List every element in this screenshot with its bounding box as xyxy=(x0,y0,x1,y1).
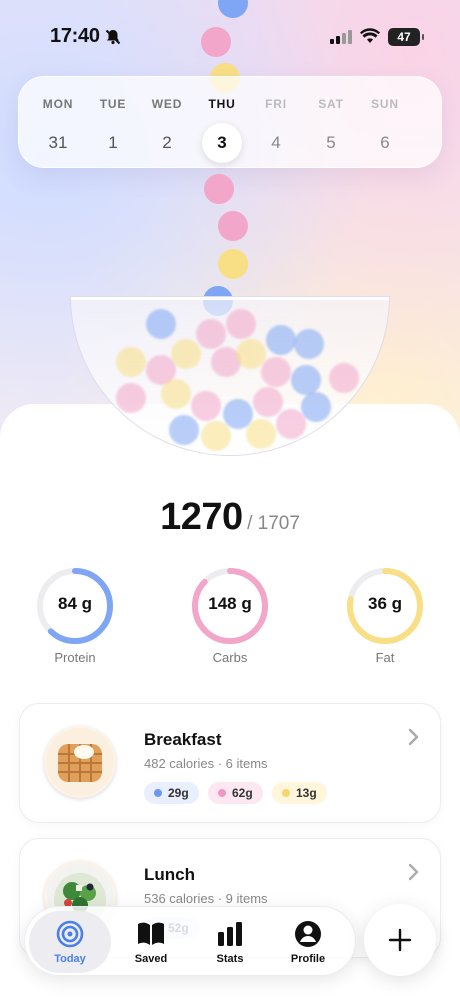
bowl-ball xyxy=(276,409,306,439)
meal-card-breakfast[interactable]: Breakfast 482 calories · 6 items 29g 62g… xyxy=(19,703,441,823)
day-tue[interactable]: TUE 1 xyxy=(86,77,140,169)
day-mon[interactable]: MON 31 xyxy=(31,77,85,169)
day-fri[interactable]: FRI 4 xyxy=(249,77,303,169)
bowl-ball xyxy=(301,392,331,422)
falling-ball xyxy=(201,27,231,57)
bowl-ball xyxy=(146,309,176,339)
tab-profile[interactable]: Profile xyxy=(267,911,349,973)
bowl-ball xyxy=(116,347,146,377)
wifi-icon xyxy=(360,28,380,49)
calories-goal: / 1707 xyxy=(247,513,300,534)
bowl-ball xyxy=(329,363,359,393)
bowl-ball xyxy=(253,387,283,417)
meal-title: Lunch xyxy=(144,865,195,884)
tab-saved[interactable]: Saved xyxy=(110,911,192,973)
book-icon xyxy=(138,922,164,945)
day-sat[interactable]: SAT 5 xyxy=(304,77,358,169)
carbs-pill: 62g xyxy=(208,782,263,804)
calories-consumed: 1270 xyxy=(160,496,243,538)
falling-ball xyxy=(218,249,248,279)
tab-stats[interactable]: Stats xyxy=(189,911,271,973)
bowl-rim xyxy=(71,297,389,300)
battery-indicator: 47 xyxy=(388,28,424,46)
bowl-ball xyxy=(201,421,231,451)
bowl-ball xyxy=(161,379,191,409)
chevron-right-icon xyxy=(408,726,420,752)
bowl-ball xyxy=(169,415,199,445)
meal-subtitle: 482 calories · 6 items xyxy=(144,756,268,771)
plus-icon xyxy=(388,928,412,952)
bowl-ball xyxy=(171,339,201,369)
protein-ring[interactable]: 84 g Protein xyxy=(35,566,115,666)
bowl-ball xyxy=(246,419,276,449)
bowl-ball xyxy=(191,391,221,421)
bowl-ball xyxy=(294,329,324,359)
bowl-ball xyxy=(291,365,321,395)
bowl-ball xyxy=(226,309,256,339)
falling-ball xyxy=(218,211,248,241)
bowl-ball xyxy=(266,325,296,355)
tab-today[interactable]: Today xyxy=(29,911,111,973)
status-time: 17:40 xyxy=(50,25,100,47)
add-food-button[interactable] xyxy=(364,904,436,976)
bell-muted-icon xyxy=(104,28,122,51)
bowl-ball xyxy=(196,319,226,349)
bar-chart-icon xyxy=(218,922,242,946)
bottom-tab-bar: Today Saved Stats Profile xyxy=(24,906,356,976)
day-thu[interactable]: THU 3 xyxy=(195,77,249,169)
protein-pill: 29g xyxy=(144,782,199,804)
falling-ball xyxy=(204,174,234,204)
day-wed[interactable]: WED 2 xyxy=(140,77,194,169)
day-sun[interactable]: SUN 6 xyxy=(358,77,412,169)
fat-pill: 13g xyxy=(272,782,327,804)
meal-subtitle: 536 calories · 9 items xyxy=(144,891,268,906)
chevron-right-icon xyxy=(408,861,420,887)
bowl-ball xyxy=(261,357,291,387)
fat-ring[interactable]: 36 g Fat xyxy=(345,566,425,666)
calorie-total: 1270 / 1707 xyxy=(0,496,460,539)
waffle-image xyxy=(44,726,116,798)
week-day-selector: MON 31 TUE 1 WED 2 THU 3 FRI 4 SAT 5 SUN… xyxy=(18,76,442,168)
target-icon xyxy=(56,920,84,948)
user-icon xyxy=(295,921,321,947)
meal-title: Breakfast xyxy=(144,730,222,749)
carbs-ring[interactable]: 148 g Carbs xyxy=(190,566,270,666)
cellular-signal-icon xyxy=(330,30,352,49)
bowl-ball xyxy=(116,383,146,413)
